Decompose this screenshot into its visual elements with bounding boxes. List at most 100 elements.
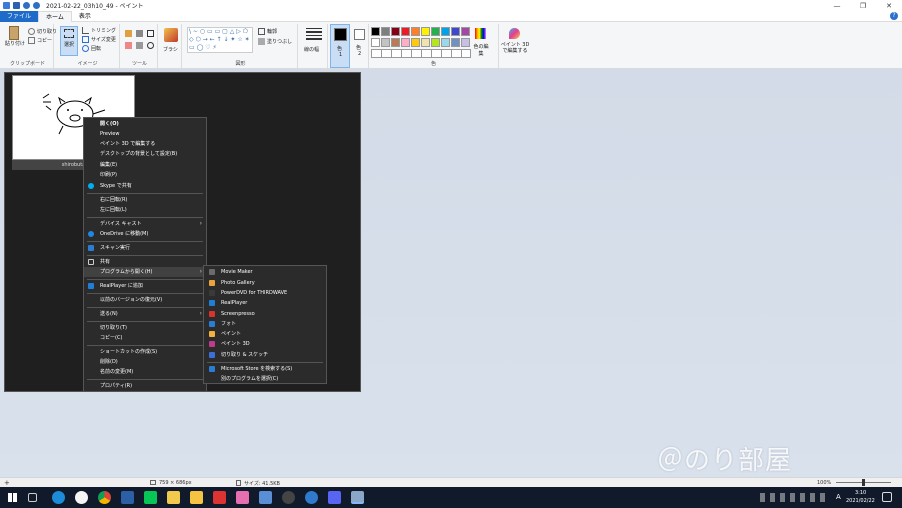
menu-item-preview[interactable]: Preview bbox=[84, 129, 206, 139]
search-ms-store[interactable]: Microsoft Store を検索する(S) bbox=[204, 364, 326, 374]
menu-item-cut[interactable]: 切り取り(T) bbox=[84, 323, 206, 333]
task-view-icon[interactable] bbox=[28, 493, 37, 502]
brush-icon[interactable] bbox=[164, 28, 178, 42]
color-swatch[interactable] bbox=[451, 38, 460, 47]
color-swatch[interactable] bbox=[441, 27, 450, 36]
menu-item-create-shortcut[interactable]: ショートカットの作成(S) bbox=[84, 347, 206, 357]
color-swatch[interactable] bbox=[431, 38, 440, 47]
pencil-icon[interactable] bbox=[125, 30, 132, 37]
menu-item-skype-share[interactable]: Skype で共有 bbox=[84, 181, 206, 191]
clock-date[interactable]: 2021/02/22 bbox=[846, 498, 875, 504]
app-movie-maker[interactable]: Movie Maker bbox=[204, 267, 326, 277]
app-red-icon[interactable] bbox=[213, 491, 226, 504]
mail-icon[interactable] bbox=[259, 491, 272, 504]
copy-button[interactable]: コピー bbox=[28, 37, 52, 44]
app-paint3d[interactable]: ペイント 3D bbox=[204, 339, 326, 349]
paint-taskbar-icon[interactable] bbox=[351, 491, 364, 504]
app-pink-icon[interactable] bbox=[236, 491, 249, 504]
color-swatch[interactable] bbox=[421, 38, 430, 47]
fill-button[interactable]: 塗りつぶし bbox=[258, 38, 292, 45]
menu-item-send-to[interactable]: 送る(N) › bbox=[84, 309, 206, 319]
edit-colors-icon[interactable] bbox=[475, 28, 486, 39]
tab-view[interactable]: 表示 bbox=[72, 11, 98, 22]
app-blue-icon[interactable] bbox=[121, 491, 134, 504]
color-swatch[interactable] bbox=[371, 27, 380, 36]
menu-item-rotate-right[interactable]: 右に回転(R) bbox=[84, 195, 206, 205]
maximize-button[interactable]: ❐ bbox=[850, 0, 876, 11]
app-headphone-icon[interactable] bbox=[305, 491, 318, 504]
size-button[interactable]: 線の幅 bbox=[304, 46, 319, 53]
color-swatch[interactable] bbox=[391, 38, 400, 47]
paint3d-icon[interactable] bbox=[509, 28, 520, 39]
app-headset-icon[interactable] bbox=[282, 491, 295, 504]
menu-item-edit-paint3d[interactable]: ペイント 3D で編集する bbox=[84, 139, 206, 149]
redo-icon[interactable] bbox=[33, 2, 40, 9]
menu-item-onedrive[interactable]: OneDrive に移動(M) bbox=[84, 229, 206, 239]
magnifier-icon[interactable] bbox=[147, 42, 154, 49]
close-button[interactable]: ✕ bbox=[876, 0, 902, 11]
brush-button[interactable]: ブラシ bbox=[163, 46, 178, 53]
menu-item-rename[interactable]: 名前の変更(M) bbox=[84, 367, 206, 377]
color1-swatch[interactable] bbox=[334, 28, 347, 41]
color-swatch[interactable] bbox=[381, 38, 390, 47]
discord-icon[interactable] bbox=[328, 491, 341, 504]
color-swatch[interactable] bbox=[431, 27, 440, 36]
menu-item-device-cast[interactable]: デバイス キャスト › bbox=[84, 219, 206, 229]
paste-button[interactable]: 貼り付け bbox=[5, 26, 25, 47]
crop-button[interactable]: トリミング bbox=[82, 27, 116, 34]
rotate-button[interactable]: 回転 bbox=[82, 45, 101, 52]
app-powerdvd[interactable]: PowerDVD for THIRDWAVE bbox=[204, 288, 326, 298]
menu-item-properties[interactable]: プロパティ(R) bbox=[84, 381, 206, 391]
color-swatch[interactable] bbox=[461, 27, 470, 36]
chat-icon[interactable] bbox=[167, 491, 180, 504]
shapes-gallery[interactable]: \ ∼ ○ ▭ ▭ ▢ △ ▷ ⬠ ◇ ⬡ → ← ↑ ↓ ✦ ☆ ✶ ▭ ◯ … bbox=[187, 27, 253, 53]
color-swatch[interactable] bbox=[421, 27, 430, 36]
menu-item-restore-versions[interactable]: 以前のバージョンの復元(V) bbox=[84, 295, 206, 305]
app-realplayer[interactable]: RealPlayer bbox=[204, 298, 326, 308]
undo-icon[interactable] bbox=[23, 2, 30, 9]
color-swatch[interactable] bbox=[411, 38, 420, 47]
color-swatch[interactable] bbox=[451, 27, 460, 36]
menu-item-realplayer[interactable]: RealPlayer に追加 bbox=[84, 281, 206, 291]
color-swatch[interactable] bbox=[391, 27, 400, 36]
color-picker-icon[interactable] bbox=[136, 42, 143, 49]
menu-item-open-with[interactable]: プログラムから開く(H) › bbox=[84, 267, 206, 277]
choose-another-app[interactable]: 別のプログラムを選択(C) bbox=[204, 374, 326, 384]
ime-indicator[interactable]: A bbox=[836, 493, 841, 501]
outline-button[interactable]: 輪郭 bbox=[258, 28, 277, 35]
menu-item-edit[interactable]: 編集(E) bbox=[84, 160, 206, 170]
windows-start-icon[interactable] bbox=[6, 491, 19, 504]
menu-item-open[interactable]: 開く(O) bbox=[84, 119, 206, 129]
color-swatch[interactable] bbox=[461, 38, 470, 47]
edge-icon[interactable] bbox=[52, 491, 65, 504]
color-swatch[interactable] bbox=[381, 27, 390, 36]
color2-swatch[interactable] bbox=[354, 29, 365, 40]
color-swatch[interactable] bbox=[441, 38, 450, 47]
menu-item-rotate-left[interactable]: 左に回転(L) bbox=[84, 205, 206, 215]
notification-icon[interactable] bbox=[882, 492, 892, 502]
app-photo-gallery[interactable]: Photo Gallery bbox=[204, 278, 326, 288]
cut-button[interactable]: 切り取り bbox=[28, 28, 57, 35]
tab-home[interactable]: ホーム bbox=[38, 10, 72, 22]
resize-button[interactable]: サイズ変更 bbox=[82, 36, 116, 43]
itunes-icon[interactable] bbox=[75, 491, 88, 504]
color-swatch[interactable] bbox=[401, 27, 410, 36]
select-button[interactable]: 選択 bbox=[60, 26, 78, 56]
menu-item-set-wallpaper[interactable]: デスクトップの背景として設定(B) bbox=[84, 149, 206, 159]
help-icon[interactable]: ? bbox=[890, 12, 898, 20]
edit-colors-button[interactable]: 色の編集 bbox=[473, 43, 489, 57]
color-swatch[interactable] bbox=[371, 38, 380, 47]
menu-item-delete[interactable]: 削除(D) bbox=[84, 357, 206, 367]
color-swatch[interactable] bbox=[401, 38, 410, 47]
minimize-button[interactable]: — bbox=[824, 0, 850, 11]
app-photos[interactable]: フォト bbox=[204, 319, 326, 329]
app-snip-sketch[interactable]: 切り取り & スケッチ bbox=[204, 350, 326, 360]
chrome-icon[interactable] bbox=[98, 491, 111, 504]
file-explorer-icon[interactable] bbox=[190, 491, 203, 504]
tab-file[interactable]: ファイル bbox=[0, 10, 39, 22]
fill-icon[interactable] bbox=[136, 30, 143, 37]
app-paint[interactable]: ペイント bbox=[204, 329, 326, 339]
line-icon[interactable] bbox=[144, 491, 157, 504]
menu-item-print[interactable]: 印刷(P) bbox=[84, 170, 206, 180]
zoom-slider-thumb[interactable] bbox=[862, 479, 865, 486]
